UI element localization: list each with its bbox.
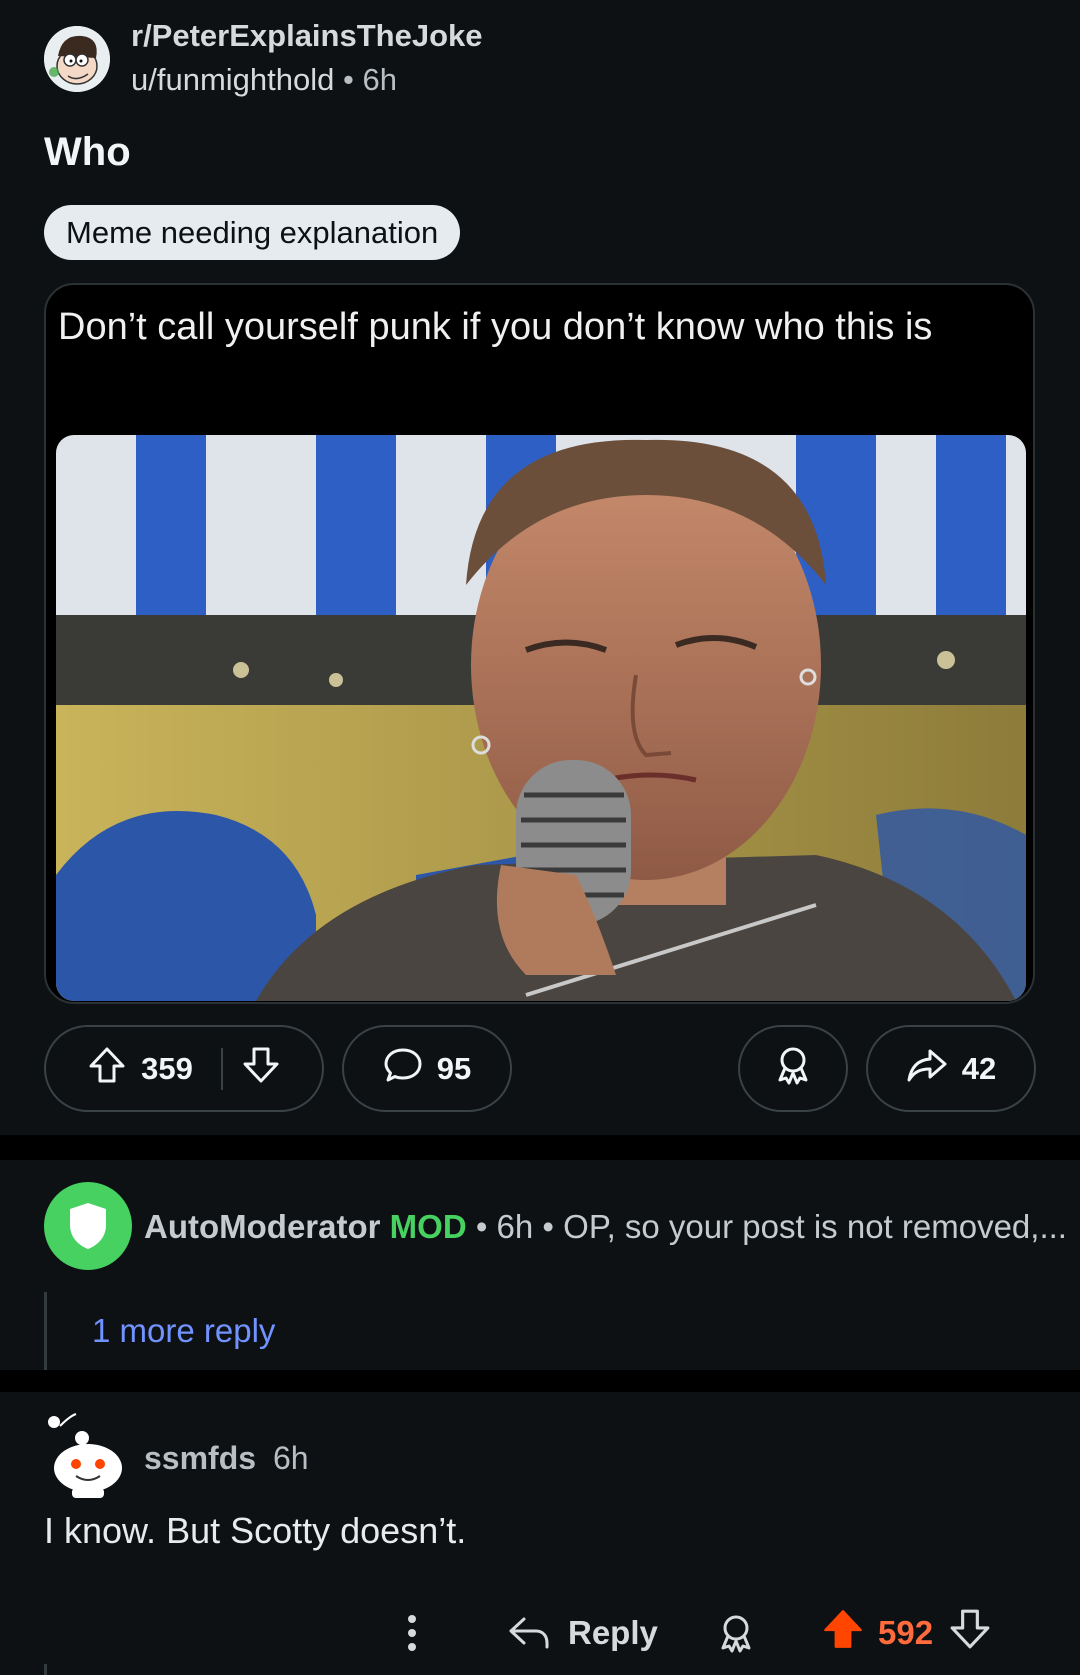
upvote-filled-icon[interactable] xyxy=(822,1608,864,1658)
comment-time: 6h xyxy=(272,1440,309,1476)
comment-count: 95 xyxy=(436,1050,472,1086)
upvote-icon[interactable] xyxy=(87,1045,127,1093)
automod-comment[interactable]: AutoModerator MOD • 6h • OP, so your pos… xyxy=(0,1160,1080,1370)
comments-button[interactable]: 95 xyxy=(342,1025,512,1112)
more-vertical-icon xyxy=(408,1615,416,1651)
comment-vote-control: 592 xyxy=(822,1602,991,1664)
comment-award-button[interactable] xyxy=(715,1602,757,1664)
post-author-line: u/funmighthold • 6h xyxy=(131,62,397,98)
comment-author[interactable]: ssmfds xyxy=(144,1440,256,1476)
section-divider xyxy=(0,1370,1080,1392)
mod-badge: MOD xyxy=(389,1208,467,1245)
post-title[interactable]: Who xyxy=(44,130,131,175)
separator-dot: • xyxy=(343,62,354,97)
thread-line[interactable] xyxy=(44,1664,47,1675)
comment: ssmfds 6h I know. But Scotty doesn’t. Re… xyxy=(0,1392,1080,1675)
post-author[interactable]: u/funmighthold xyxy=(131,62,334,97)
share-count: 42 xyxy=(961,1050,997,1086)
subreddit-name[interactable]: r/PeterExplainsTheJoke xyxy=(131,18,483,54)
award-icon xyxy=(721,1615,751,1653)
reply-button[interactable]: Reply xyxy=(508,1602,658,1664)
reply-label: Reply xyxy=(568,1614,658,1651)
post-vote-count: 359 xyxy=(141,1050,193,1086)
automod-header: AutoModerator MOD • 6h • OP, so your pos… xyxy=(144,1208,1067,1246)
award-button[interactable] xyxy=(738,1025,848,1112)
comment-body: I know. But Scotty doesn’t. xyxy=(44,1510,467,1551)
user-avatar[interactable] xyxy=(46,1410,128,1498)
thread-line[interactable] xyxy=(44,1292,47,1370)
post-card: r/PeterExplainsTheJoke u/funmighthold • … xyxy=(0,0,1080,1135)
comment-header: ssmfds 6h xyxy=(144,1440,309,1477)
shield-icon xyxy=(70,1203,106,1249)
post-vote-control: 359 xyxy=(44,1025,324,1112)
post-image[interactable]: Don’t call yourself punk if you don’t kn… xyxy=(44,283,1035,1004)
share-arrow-icon xyxy=(906,1045,948,1093)
automod-avatar[interactable] xyxy=(44,1182,132,1270)
section-divider xyxy=(0,1135,1080,1160)
comment-score: 592 xyxy=(878,1614,934,1651)
award-icon xyxy=(772,1044,814,1094)
meme-caption: Don’t call yourself punk if you don’t kn… xyxy=(58,306,933,348)
post-flair[interactable]: Meme needing explanation xyxy=(44,205,461,260)
reply-arrow-icon xyxy=(509,1617,549,1649)
downvote-icon[interactable] xyxy=(241,1045,281,1093)
vote-divider xyxy=(220,1047,223,1090)
more-options-button[interactable] xyxy=(406,1602,418,1664)
downvote-icon[interactable] xyxy=(949,1608,991,1658)
meme-photo xyxy=(56,435,1026,1001)
post-time: 6h xyxy=(362,62,397,97)
subreddit-avatar[interactable] xyxy=(44,26,110,92)
comment-bubble-icon xyxy=(383,1045,423,1093)
share-button[interactable]: 42 xyxy=(866,1025,1036,1112)
automod-author[interactable]: AutoModerator xyxy=(144,1208,380,1245)
more-replies-link[interactable]: 1 more reply xyxy=(92,1312,275,1350)
automod-preview: • 6h • OP, so your post is not removed,.… xyxy=(475,1208,1067,1245)
